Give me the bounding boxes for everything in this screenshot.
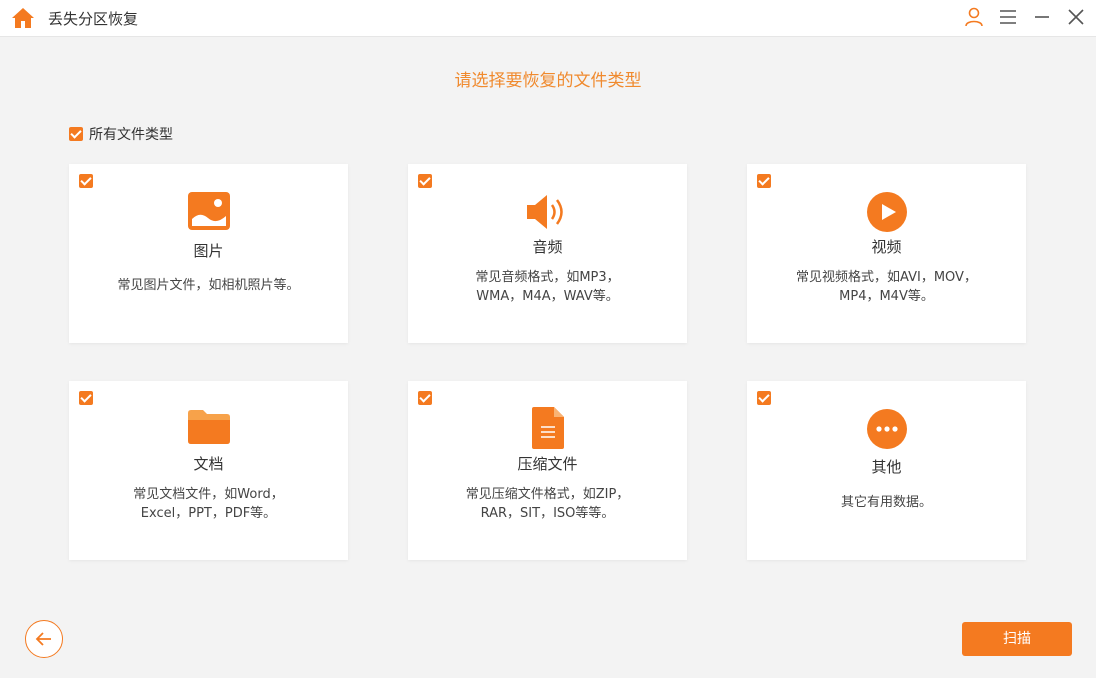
card-title: 压缩文件 [517, 455, 578, 473]
card-description: 常见压缩文件格式，如ZIP， RAR，SIT，ISO等等。 [465, 487, 630, 521]
file-type-card-audio[interactable]: 音频 常见音频格式，如MP3， WMA，M4A，WAV等。 [408, 164, 687, 343]
card-description: 常见图片文件，如相机照片等。 [117, 278, 300, 293]
page-heading: 请选择要恢复的文件类型 [454, 71, 642, 91]
image-icon [187, 192, 230, 230]
documents-checkbox[interactable] [79, 391, 93, 405]
scan-button[interactable]: 扫描 [962, 622, 1072, 656]
all-file-types-label: 所有文件类型 [89, 127, 173, 143]
card-description: 其它有用数据。 [840, 495, 932, 510]
file-type-card-video[interactable]: 视频 常见视频格式，如AVI，MOV， MP4，M4V等。 [747, 164, 1026, 343]
card-title: 音频 [532, 238, 563, 256]
video-checkbox[interactable] [757, 174, 771, 188]
folder-icon [187, 410, 230, 444]
card-title: 视频 [871, 238, 902, 256]
user-icon[interactable] [963, 6, 985, 28]
card-title: 其他 [871, 458, 902, 476]
more-icon [866, 409, 907, 449]
archive-file-icon [531, 407, 564, 449]
close-icon[interactable] [1065, 6, 1087, 28]
images-checkbox[interactable] [79, 174, 93, 188]
minimize-icon[interactable] [1031, 6, 1053, 28]
card-title: 文档 [193, 455, 224, 473]
card-description: 常见音频格式，如MP3， WMA，M4A，WAV等。 [475, 270, 620, 304]
play-icon [866, 192, 907, 232]
audio-checkbox[interactable] [418, 174, 432, 188]
app-title: 丢失分区恢复 [48, 10, 139, 28]
home-icon[interactable] [11, 6, 35, 30]
others-checkbox[interactable] [757, 391, 771, 405]
all-file-types-option[interactable]: 所有文件类型 [69, 124, 173, 144]
all-file-types-checkbox[interactable] [69, 127, 83, 141]
card-title: 图片 [193, 242, 224, 260]
file-type-card-images[interactable]: 图片 常见图片文件，如相机照片等。 [69, 164, 348, 343]
speaker-icon [526, 195, 563, 229]
archives-checkbox[interactable] [418, 391, 432, 405]
file-type-card-others[interactable]: 其他 其它有用数据。 [747, 381, 1026, 560]
menu-icon[interactable] [997, 6, 1019, 28]
card-description: 常见文档文件，如Word， Excel，PPT，PDF等。 [133, 487, 284, 521]
card-description: 常见视频格式，如AVI，MOV， MP4，M4V等。 [796, 270, 977, 304]
back-button[interactable] [25, 620, 63, 658]
file-type-card-documents[interactable]: 文档 常见文档文件，如Word， Excel，PPT，PDF等。 [69, 381, 348, 560]
file-type-card-archives[interactable]: 压缩文件 常见压缩文件格式，如ZIP， RAR，SIT，ISO等等。 [408, 381, 687, 560]
title-bar: 丢失分区恢复 [0, 0, 1096, 37]
arrow-left-icon [35, 632, 51, 646]
